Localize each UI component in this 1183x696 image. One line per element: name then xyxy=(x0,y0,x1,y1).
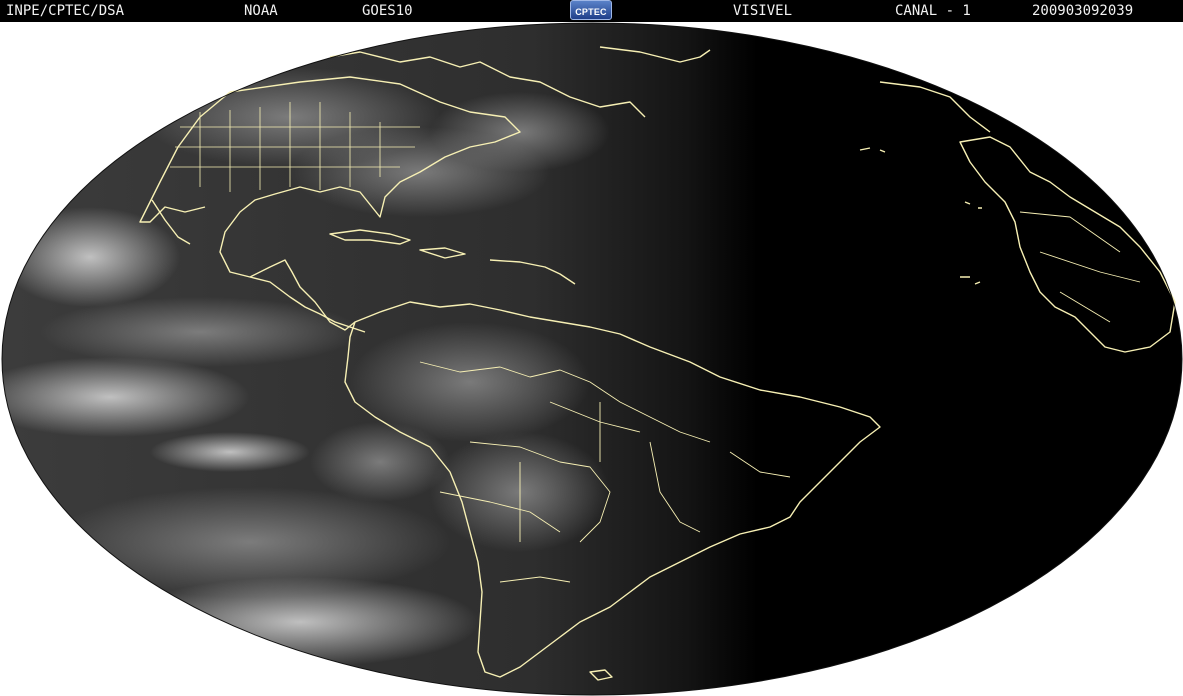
timestamp-label: 200903092039 xyxy=(1032,3,1134,19)
band-label: VISIVEL xyxy=(733,3,793,19)
satellite-label: GOES10 xyxy=(362,3,413,19)
cptec-logo: CPTEC xyxy=(570,0,612,20)
cloud-band xyxy=(40,297,360,367)
cptec-logo-text: CPTEC xyxy=(575,7,607,17)
agency-label: NOAA xyxy=(244,3,278,19)
channel-label: CANAL - 1 xyxy=(895,3,971,19)
cloud-band xyxy=(120,577,480,667)
satellite-image xyxy=(1,22,1183,696)
cloud-band xyxy=(150,432,310,472)
organization-label: INPE/CPTEC/DSA xyxy=(6,3,125,19)
header-bar: INPE/CPTEC/DSA NOAA GOES10 CPTEC VISIVEL… xyxy=(0,0,1183,22)
cloud-band xyxy=(2,207,180,307)
cloud-band xyxy=(310,422,450,502)
